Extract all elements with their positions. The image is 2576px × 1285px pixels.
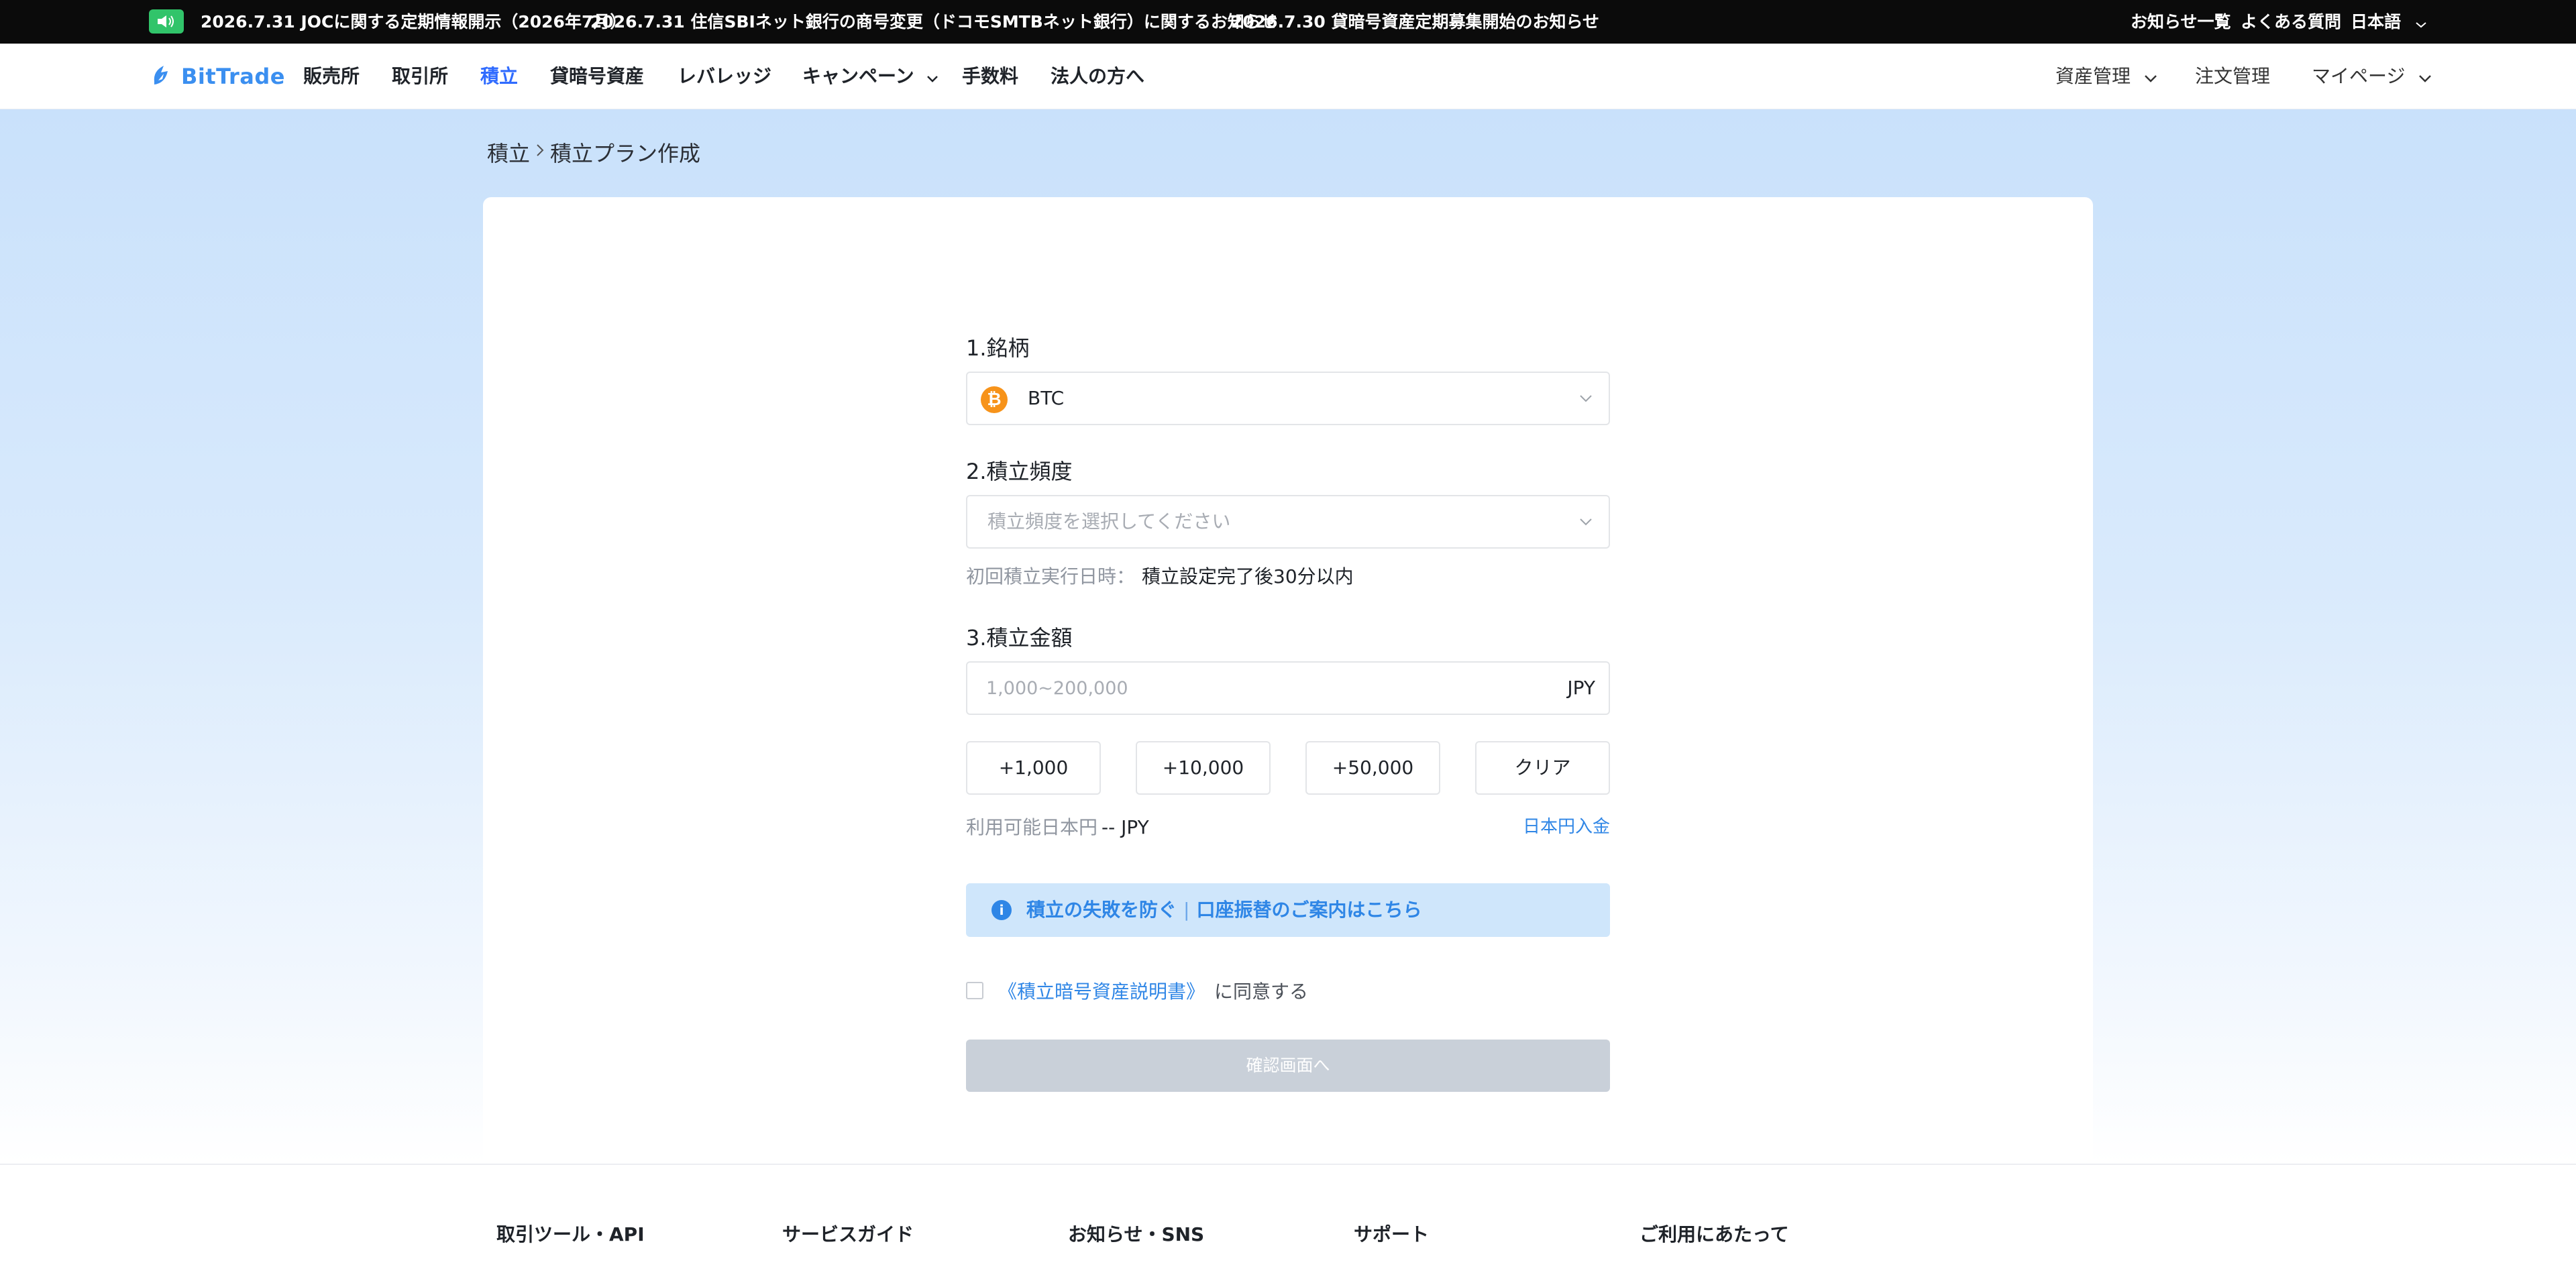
available-balance-key: 利用可能日本円 bbox=[966, 816, 1098, 838]
nav-item-torihikijo[interactable]: 取引所 bbox=[392, 44, 448, 109]
mypage-label: マイページ bbox=[2312, 65, 2406, 87]
language-label: 日本語 bbox=[2351, 12, 2402, 32]
frequency-select[interactable]: 積立頻度を選択してください bbox=[966, 495, 1610, 549]
chevron-down-icon bbox=[2415, 1, 2427, 45]
add-1000-button[interactable]: +1,000 bbox=[966, 741, 1101, 795]
announcement-bar: 2026.7.31 JOCに関する定期情報開示（2026年7月） 2026.7.… bbox=[0, 0, 2576, 44]
amount-label: 3.積立金額 bbox=[966, 625, 1073, 651]
agreement-checkbox[interactable] bbox=[966, 982, 983, 999]
symbol-value: BTC bbox=[1028, 387, 1065, 409]
amount-input[interactable] bbox=[986, 672, 1456, 704]
main-nav: BitTrade 販売所 取引所 積立 貸暗号資産 レバレッジ キャンペーン 手… bbox=[0, 44, 2576, 109]
agreement-text: に同意する bbox=[1214, 981, 1309, 1003]
clear-button[interactable]: クリア bbox=[1475, 741, 1610, 795]
chevron-down-icon bbox=[2418, 44, 2432, 110]
agreement-row: 《積立暗号資産説明書》 に同意する bbox=[966, 977, 1308, 1004]
logo-text: BitTrade bbox=[181, 64, 285, 89]
asset-management-label: 資産管理 bbox=[2055, 65, 2131, 87]
bitcoin-icon: ₿ bbox=[981, 386, 1008, 413]
asset-management-menu[interactable]: 資産管理 bbox=[2055, 44, 2158, 109]
news-list-link[interactable]: お知らせ一覧 bbox=[2131, 0, 2231, 44]
frequency-placeholder: 積立頻度を選択してください bbox=[987, 510, 1231, 533]
order-management-link[interactable]: 注文管理 bbox=[2195, 44, 2270, 109]
speaker-icon bbox=[149, 9, 184, 34]
notice-part2: 口座振替のご案内はこちら bbox=[1196, 899, 1422, 921]
announcement-link[interactable]: 2026.7.31 JOCに関する定期情報開示（2026年7月） bbox=[201, 0, 627, 44]
language-selector[interactable]: 日本語 bbox=[2351, 0, 2427, 44]
info-icon: i bbox=[991, 900, 1012, 920]
breadcrumb: 積立 積立プラン作成 bbox=[487, 137, 700, 167]
nav-item-corporate[interactable]: 法人の方へ bbox=[1051, 44, 1144, 109]
chevron-right-icon bbox=[535, 142, 545, 162]
announcement-link[interactable]: 2026.7.30 貸暗号資産定期募集開始のお知らせ bbox=[1231, 0, 1599, 44]
faq-link[interactable]: よくある質問 bbox=[2241, 0, 2341, 44]
add-10000-button[interactable]: +10,000 bbox=[1136, 741, 1271, 795]
first-execution-key: 初回積立実行日時： bbox=[966, 565, 1136, 588]
first-execution-info: 初回積立実行日時： 積立設定完了後30分以内 bbox=[966, 562, 1354, 589]
amount-unit: JPY bbox=[1567, 677, 1595, 699]
chevron-down-icon bbox=[1578, 393, 1594, 406]
mypage-menu[interactable]: マイページ bbox=[2312, 44, 2432, 109]
breadcrumb-parent-link[interactable]: 積立 bbox=[487, 137, 530, 168]
frequency-label: 2.積立頻度 bbox=[966, 459, 1073, 484]
nav-item-hanbaijo[interactable]: 販売所 bbox=[303, 44, 360, 109]
notice-part1: 積立の失敗を防ぐ bbox=[1026, 899, 1177, 921]
jpy-deposit-link[interactable]: 日本円入金 bbox=[1523, 813, 1610, 838]
bittrade-logo[interactable]: BitTrade bbox=[149, 44, 285, 109]
footer-col-news-sns[interactable]: お知らせ・SNS bbox=[1068, 1220, 1204, 1247]
nav-item-tsumitate[interactable]: 積立 bbox=[480, 44, 518, 109]
footer: 取引ツール・API サービスガイド お知らせ・SNS サポート ご利用にあたって bbox=[0, 1164, 2576, 1285]
available-balance-value: -- JPY bbox=[1102, 816, 1149, 838]
explanation-document-link[interactable]: 《積立暗号資産説明書》 bbox=[998, 977, 1205, 1004]
first-execution-value: 積立設定完了後30分以内 bbox=[1142, 565, 1354, 588]
bittrade-logo-icon bbox=[149, 62, 176, 91]
add-50000-button[interactable]: +50,000 bbox=[1305, 741, 1440, 795]
chevron-down-icon bbox=[2143, 44, 2158, 110]
campaign-label: キャンペーン bbox=[802, 65, 914, 87]
chevron-down-icon bbox=[1578, 516, 1594, 530]
footer-col-terms[interactable]: ご利用にあたって bbox=[1640, 1220, 1789, 1247]
announcement-link[interactable]: 2026.7.31 住信SBIネット銀行の商号変更（ドコモSMTBネット銀行）に… bbox=[590, 0, 1277, 44]
nav-item-lending[interactable]: 貸暗号資産 bbox=[550, 44, 644, 109]
confirm-screen-button[interactable]: 確認画面へ bbox=[966, 1040, 1610, 1092]
account-transfer-notice[interactable]: i 積立の失敗を防ぐ | 口座振替のご案内はこちら bbox=[966, 883, 1610, 937]
symbol-label: 1.銘柄 bbox=[966, 335, 1030, 361]
nav-item-fees[interactable]: 手数料 bbox=[962, 44, 1018, 109]
footer-col-tools-api[interactable]: 取引ツール・API bbox=[496, 1220, 645, 1247]
symbol-select[interactable]: ₿ BTC bbox=[966, 372, 1610, 425]
chevron-down-icon bbox=[926, 44, 939, 110]
notice-separator: | bbox=[1183, 899, 1190, 921]
notice-text: 積立の失敗を防ぐ | 口座振替のご案内はこちら bbox=[1026, 883, 1421, 937]
breadcrumb-current: 積立プラン作成 bbox=[550, 141, 701, 166]
nav-item-campaign[interactable]: キャンペーン bbox=[802, 44, 939, 109]
nav-item-leverage[interactable]: レバレッジ bbox=[678, 44, 771, 109]
footer-col-service-guide[interactable]: サービスガイド bbox=[782, 1220, 914, 1247]
amount-field[interactable]: JPY bbox=[966, 661, 1610, 715]
footer-col-support[interactable]: サポート bbox=[1354, 1220, 1429, 1247]
available-balance: 利用可能日本円 -- JPY bbox=[966, 813, 1149, 840]
